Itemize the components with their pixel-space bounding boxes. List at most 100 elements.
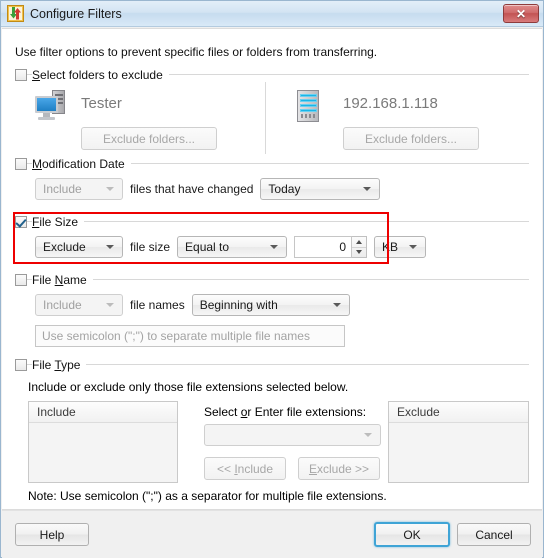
exclude-button-label: Exclude >>: [308, 461, 370, 476]
file-size-mode-value: Exclude: [43, 240, 86, 254]
ok-button[interactable]: OK: [374, 522, 450, 547]
help-button[interactable]: Help: [15, 523, 89, 546]
exclude-folders-remote-label: Exclude folders...: [364, 131, 458, 146]
file-type-label: File Type: [32, 357, 87, 372]
file-size-label: File Size: [32, 214, 85, 229]
file-name-header[interactable]: File Name: [15, 272, 529, 287]
configure-filters-dialog: Configure Filters ✕ Use filter options t…: [0, 0, 544, 558]
file-size-middle-text: file size: [130, 240, 171, 254]
checkbox-select-folders[interactable]: [15, 68, 27, 81]
modification-date-mode-select[interactable]: Include: [35, 178, 123, 200]
file-name-pattern-placeholder: Use semicolon (";") to separate multiple…: [42, 329, 310, 343]
group-divider-line: [15, 221, 529, 222]
close-glyph: ✕: [515, 6, 527, 21]
checkbox-file-type[interactable]: [15, 358, 27, 371]
cancel-button[interactable]: Cancel: [457, 523, 531, 546]
exclude-folders-local-label: Exclude folders...: [102, 131, 196, 146]
desktop-computer-icon: [35, 90, 69, 122]
modification-date-label: Modification Date: [32, 156, 131, 171]
modification-date-header[interactable]: Modification Date: [15, 156, 529, 171]
exclude-listbox-header: Exclude: [389, 402, 528, 423]
file-transfer-icon: [7, 5, 24, 22]
title-bar: Configure Filters ✕: [1, 1, 543, 27]
file-size-stepper[interactable]: [352, 236, 368, 258]
exclude-folders-remote-button[interactable]: Exclude folders...: [343, 127, 479, 150]
group-file-size: File Size Exclude file size Equal to 0 K…: [15, 214, 529, 258]
group-file-name: File Name Include file names Beginning w…: [15, 272, 529, 347]
checkbox-file-name[interactable]: [15, 273, 27, 286]
file-size-unit-value: KB: [382, 240, 399, 254]
chevron-down-icon: [106, 303, 114, 307]
file-name-match-select[interactable]: Beginning with: [191, 294, 350, 316]
chevron-down-icon: [364, 433, 372, 437]
file-size-value-input[interactable]: 0: [294, 236, 353, 258]
dialog-footer: Help OK Cancel: [2, 510, 542, 558]
select-folders-body: Tester Exclude folders... 192.168.1.118 …: [15, 82, 529, 161]
file-type-description: Include or exclude only those file exten…: [28, 380, 349, 394]
close-icon[interactable]: ✕: [503, 4, 539, 23]
file-type-body: Include or exclude only those file exten…: [15, 372, 529, 519]
file-name-label: File Name: [32, 272, 93, 287]
chevron-down-icon: [106, 245, 114, 249]
file-size-unit-select[interactable]: KB: [374, 236, 427, 258]
file-type-header[interactable]: File Type: [15, 357, 529, 372]
local-host-name: Tester: [81, 95, 122, 112]
select-folders-header[interactable]: Select folders to exclude: [15, 67, 529, 82]
stepper-down-icon[interactable]: [352, 248, 366, 258]
group-file-type: File Type Include or exclude only those …: [15, 357, 529, 519]
remote-host-name: 192.168.1.118: [343, 95, 438, 112]
include-button-label: << Include: [216, 461, 274, 476]
accel-s: S: [32, 67, 41, 82]
file-name-body: Include file names Beginning with Use se…: [15, 287, 529, 347]
accel-m: M: [32, 156, 42, 171]
extensions-select[interactable]: [204, 424, 381, 446]
chevron-down-icon: [106, 187, 114, 191]
window-title: Configure Filters: [30, 6, 122, 21]
ok-button-label: OK: [403, 527, 421, 542]
include-listbox-header: Include: [29, 402, 177, 423]
chevron-down-icon: [409, 245, 418, 249]
intro-text: Use filter options to prevent specific f…: [15, 45, 378, 59]
file-size-header[interactable]: File Size: [15, 214, 529, 229]
exclude-extensions-listbox[interactable]: Exclude: [388, 401, 529, 483]
file-size-mode-select[interactable]: Exclude: [35, 236, 123, 258]
cancel-button-label: Cancel: [475, 527, 513, 542]
chevron-down-icon: [363, 187, 372, 191]
group-modification-date: Modification Date Include files that hav…: [15, 156, 529, 200]
file-name-middle-text: file names: [130, 298, 185, 312]
exclude-folders-local-button[interactable]: Exclude folders...: [81, 127, 217, 150]
stepper-up-icon[interactable]: [352, 237, 367, 248]
include-extension-button[interactable]: << Include: [204, 457, 286, 480]
modification-date-when-value: Today: [268, 182, 301, 196]
file-size-comparison-select[interactable]: Equal to: [177, 236, 288, 258]
accel-e: E: [308, 461, 317, 476]
help-button-label: Help: [39, 527, 65, 542]
exclude-extension-button[interactable]: Exclude >>: [298, 457, 380, 480]
file-name-row: Include file names Beginning with: [35, 294, 529, 316]
modification-date-when-select[interactable]: Today: [260, 178, 381, 200]
file-name-match-value: Beginning with: [199, 298, 278, 312]
modification-date-body: Include files that have changed Today: [15, 171, 529, 200]
file-size-value: 0: [339, 240, 347, 254]
group-divider-line: [15, 364, 529, 365]
file-size-row: Exclude file size Equal to 0 KB: [35, 236, 529, 258]
file-name-mode-select[interactable]: Include: [35, 294, 123, 316]
modification-date-mode-value: Include: [43, 182, 82, 196]
dialog-body: Use filter options to prevent specific f…: [2, 28, 542, 510]
select-folders-label: Select folders to exclude: [32, 67, 169, 82]
file-size-comparison-value: Equal to: [185, 240, 230, 254]
file-name-pattern-input[interactable]: Use semicolon (";") to separate multiple…: [35, 325, 345, 347]
chevron-down-icon: [332, 303, 341, 307]
modification-date-row: Include files that have changed Today: [35, 178, 529, 200]
select-extensions-label: Select or Enter file extensions:: [204, 405, 367, 419]
include-extensions-listbox[interactable]: Include: [28, 401, 178, 483]
checkbox-modification-date[interactable]: [15, 157, 27, 170]
checkbox-file-size[interactable]: [15, 215, 27, 228]
server-icon: [297, 90, 319, 122]
host-separator: [265, 82, 266, 154]
modification-date-middle-text: files that have changed: [130, 182, 254, 196]
file-type-note: Note: Use semicolon (";") as a separator…: [28, 489, 387, 503]
chevron-down-icon: [270, 245, 279, 249]
file-name-mode-value: Include: [43, 298, 82, 312]
file-size-body: Exclude file size Equal to 0 KB: [15, 229, 529, 258]
